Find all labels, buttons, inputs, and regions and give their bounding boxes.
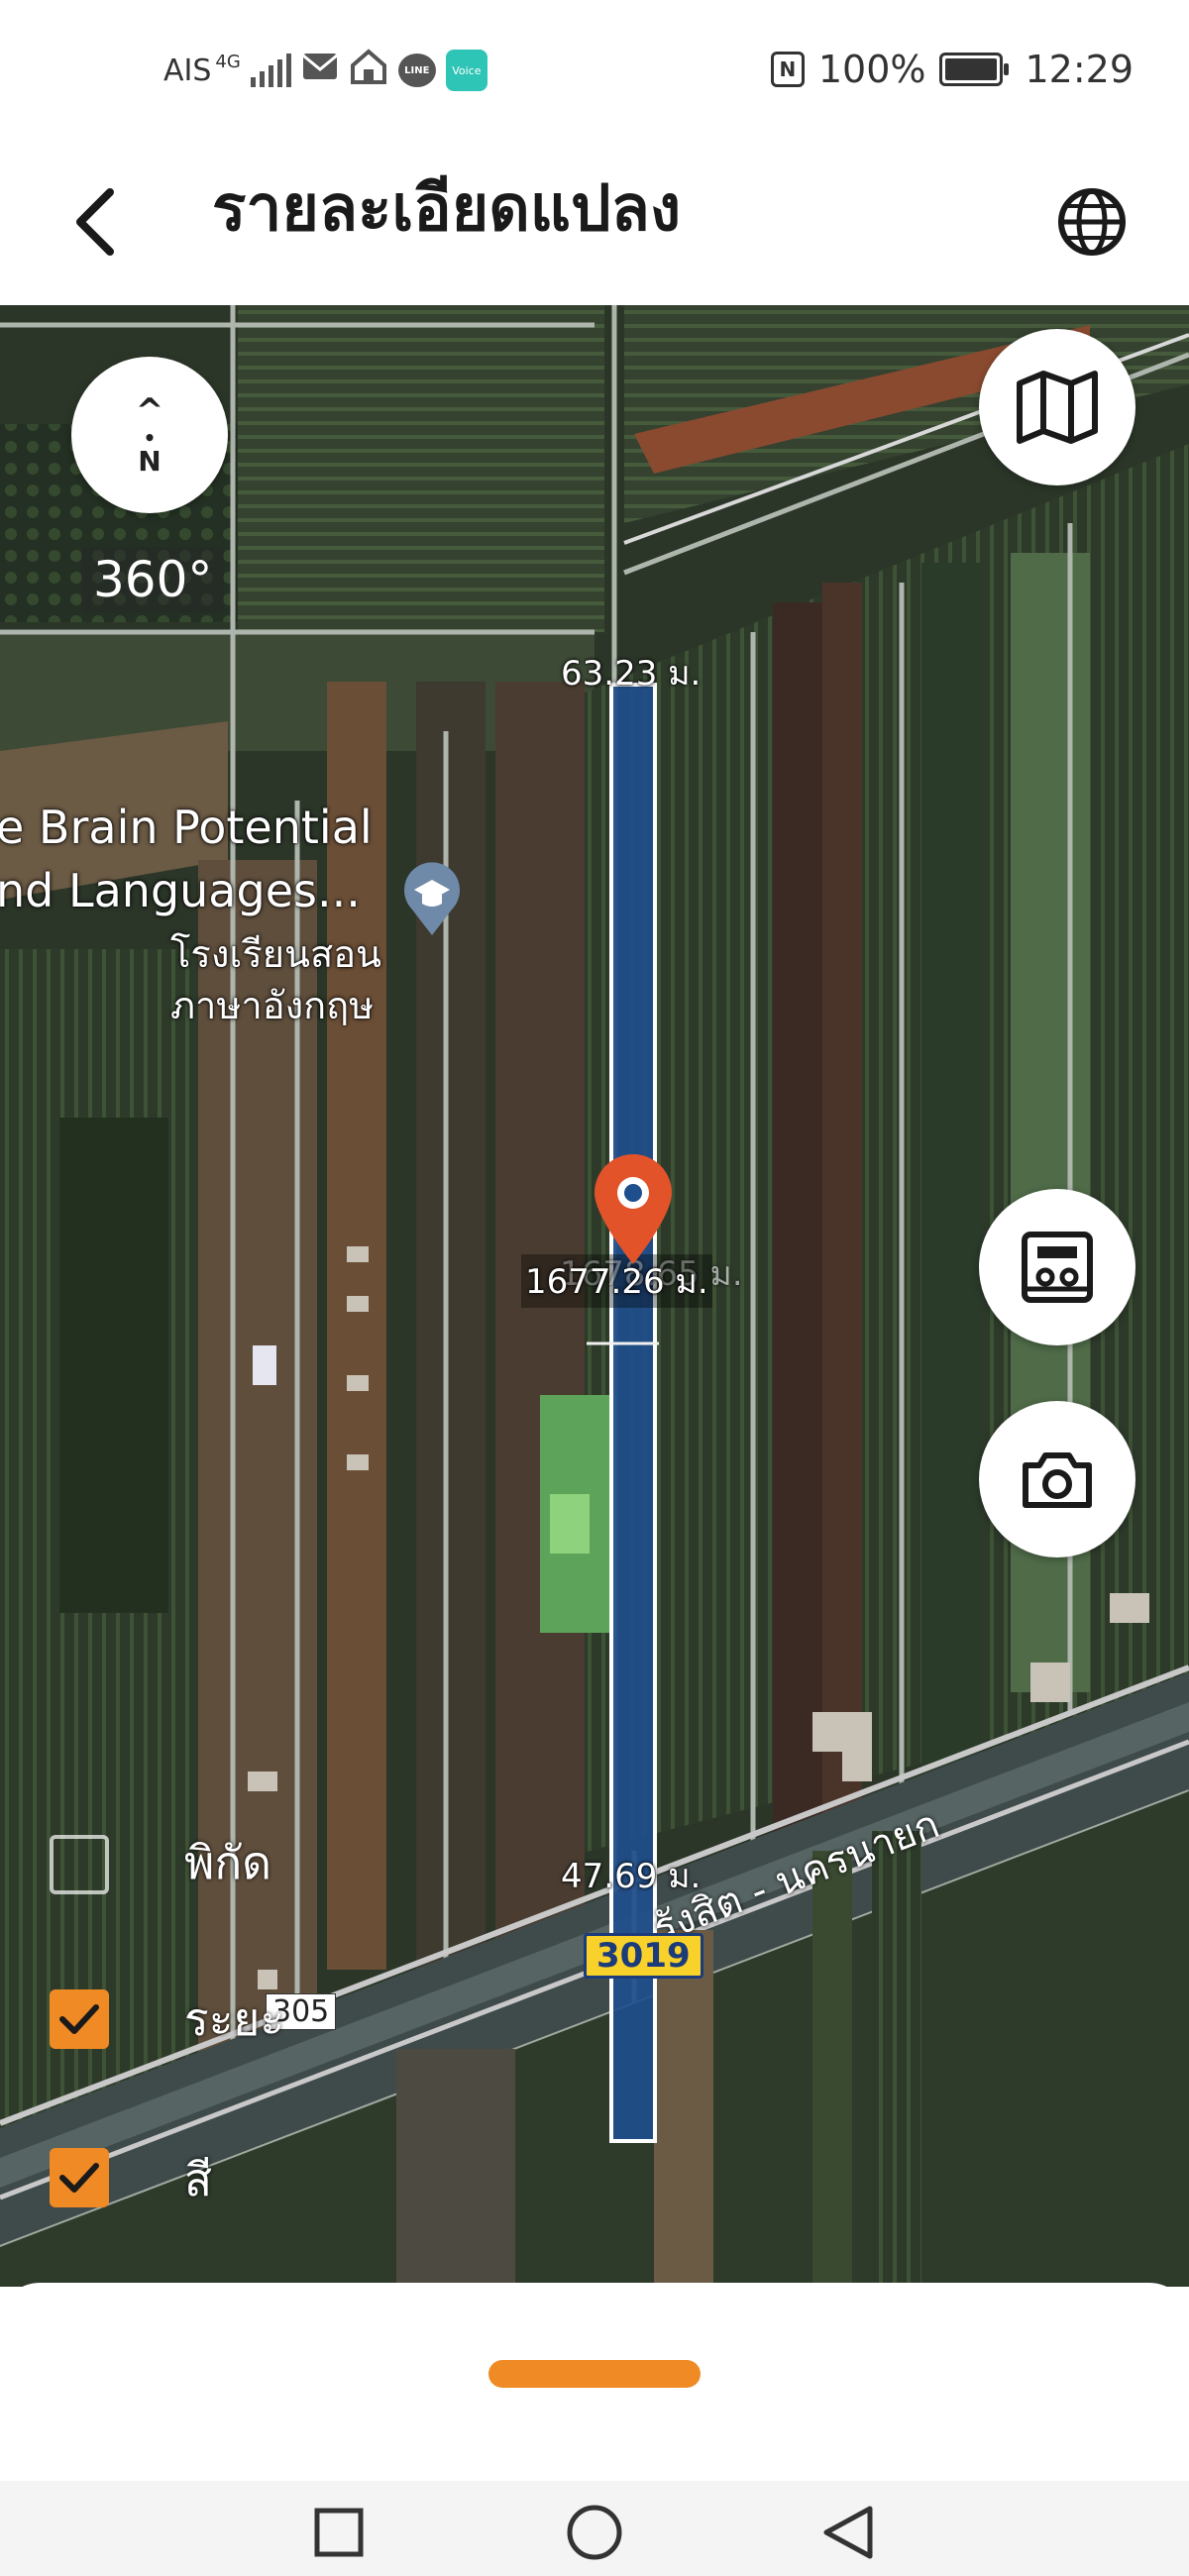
clock: 12:29 bbox=[1025, 48, 1134, 91]
sheet-drag-handle[interactable] bbox=[488, 2360, 701, 2388]
map-type-button[interactable] bbox=[979, 329, 1135, 485]
status-bar-left: AIS 4G LINE Voice bbox=[163, 48, 487, 93]
voice-app-icon: Voice bbox=[445, 50, 487, 91]
home-icon bbox=[349, 48, 388, 93]
signal-icon bbox=[250, 54, 291, 87]
poi-marker[interactable] bbox=[402, 862, 462, 937]
recent-apps-button[interactable] bbox=[309, 2503, 369, 2562]
system-nav-bar bbox=[0, 2481, 1189, 2576]
poi-name-en-line1: e Brain Potential bbox=[0, 801, 373, 854]
road-shield-3019: 3019 bbox=[584, 1933, 703, 1979]
home-circle-icon bbox=[567, 2505, 622, 2560]
recent-apps-icon bbox=[314, 2508, 364, 2557]
location-pin[interactable] bbox=[589, 1149, 678, 1268]
calculator-button[interactable] bbox=[979, 1189, 1135, 1345]
rotation-label: 360° bbox=[81, 547, 225, 612]
distance-label: ระยะ bbox=[184, 1992, 285, 2046]
poi-name-th-line2: ภาษาอังกฤษ bbox=[170, 984, 375, 1027]
chevron-left-icon bbox=[76, 188, 114, 256]
graduation-cap-icon bbox=[404, 862, 460, 935]
bottom-sheet[interactable] bbox=[0, 2283, 1189, 2481]
coordinates-checkbox[interactable] bbox=[50, 1835, 109, 1894]
poi-name-en-line2: nd Languages... bbox=[0, 864, 361, 917]
status-bar: AIS 4G LINE Voice N 100% 12:29 bbox=[0, 0, 1189, 139]
page-title: รายละเอียดแปลง bbox=[212, 172, 682, 246]
back-button[interactable] bbox=[55, 174, 135, 269]
app-header: รายละเอียดแปลง bbox=[0, 139, 1189, 305]
carrier-label: AIS bbox=[163, 53, 212, 88]
measure-top-label: 63.23 ม. bbox=[561, 654, 702, 694]
color-checkbox[interactable] bbox=[50, 2148, 109, 2207]
line-icon: LINE bbox=[397, 54, 436, 87]
back-nav-button[interactable] bbox=[818, 2503, 878, 2562]
check-icon bbox=[59, 2163, 99, 2193]
compass-arrow: ^ bbox=[135, 391, 164, 431]
coordinates-label: พิกัด bbox=[184, 1836, 272, 1889]
check-icon bbox=[59, 2004, 99, 2034]
network-label: 4G bbox=[215, 51, 241, 72]
location-pin-icon bbox=[594, 1154, 672, 1264]
globe-icon bbox=[1058, 188, 1126, 256]
color-label: สี bbox=[184, 2153, 213, 2206]
map-icon bbox=[1017, 371, 1098, 444]
camera-icon bbox=[1023, 1452, 1092, 1508]
compass-button[interactable]: ^ • N bbox=[71, 357, 228, 513]
status-bar-right: N 100% 12:29 bbox=[770, 48, 1134, 91]
language-button[interactable] bbox=[1044, 174, 1139, 269]
battery-icon bbox=[939, 53, 1010, 86]
satellite-map[interactable]: ^ • N 360° 63.23 ม. 1678.65 ม. 1677.26 ม… bbox=[0, 305, 1189, 2287]
home-button[interactable] bbox=[565, 2503, 624, 2562]
battery-percent: 100% bbox=[817, 48, 926, 91]
distance-checkbox[interactable] bbox=[50, 1989, 109, 2049]
parcel-polygon[interactable] bbox=[611, 685, 655, 2141]
back-triangle-icon bbox=[823, 2506, 873, 2559]
mail-icon bbox=[301, 52, 339, 89]
compass-north-label: N bbox=[138, 445, 162, 478]
calculator-icon bbox=[1022, 1232, 1093, 1303]
camera-button[interactable] bbox=[979, 1401, 1135, 1557]
nfc-icon: N bbox=[770, 52, 805, 87]
